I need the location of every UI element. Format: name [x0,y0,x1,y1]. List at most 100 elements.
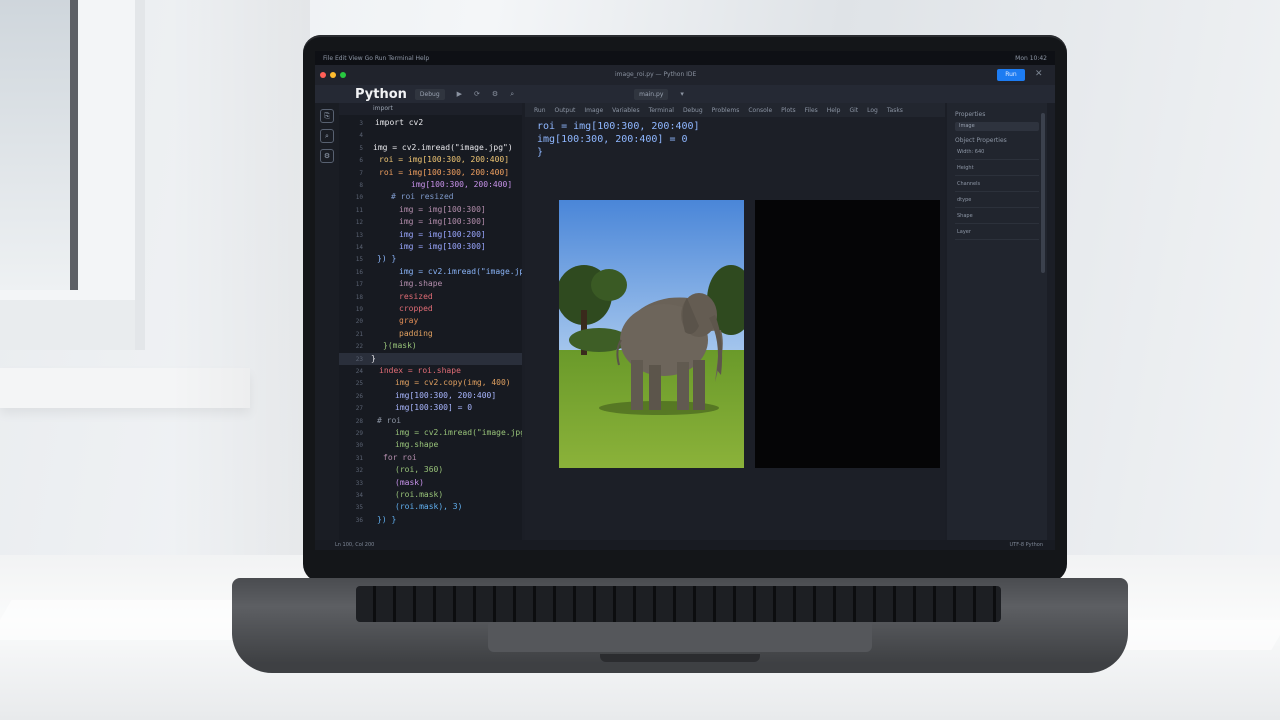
preview-tab[interactable]: Variables [612,107,639,114]
play-icon[interactable]: ▶ [457,90,462,98]
code-line[interactable]: 14 img = img[100:300] [339,241,522,253]
preview-tab[interactable]: Git [849,107,858,114]
wall-shadow [170,0,310,560]
code-line[interactable]: 31 for roi [339,452,522,464]
maximize-window-icon[interactable] [340,72,346,78]
code-line[interactable]: 32 (roi, 360) [339,464,522,476]
preview-tab[interactable]: Terminal [649,107,674,114]
settings-icon[interactable]: ⚙ [320,149,334,163]
code-text: img[100:300] = 0 [395,403,473,413]
property-item[interactable]: dtype [955,194,1039,208]
os-menu[interactable]: File Edit View Go Run Terminal Help [323,55,429,62]
line-number: 30 [355,442,363,450]
window-pane [0,0,78,290]
code-text: index = roi.shape [379,366,461,375]
code-text: }) } [377,254,397,264]
line-number: 13 [355,231,363,239]
preview-tab[interactable]: Help [827,107,841,114]
image-select[interactable]: Image [955,122,1039,131]
code-line[interactable]: 18 resized [339,291,522,303]
line-number: 4 [359,132,363,140]
preview-tab[interactable]: Image [584,107,603,114]
files-icon[interactable]: ⎘ [320,109,334,123]
trackpad [488,622,872,652]
code-line[interactable]: 5 img = cv2.imread("image.jpg") [339,142,522,154]
line-number: 27 [355,405,363,413]
line-number: 18 [355,293,363,301]
line-number: 5 [359,144,363,152]
code-line[interactable]: 11 img = img[100:300] [339,204,522,216]
property-item[interactable]: Width: 640 [955,146,1039,160]
line-number: 8 [359,182,363,189]
code-line[interactable]: 3 import cv2 [339,117,522,129]
code-line[interactable]: 19 cropped [339,303,522,315]
code-line[interactable]: 33 (mask) [339,477,522,489]
run-button[interactable]: Run [997,69,1025,81]
code-line[interactable]: 16 img = cv2.imread("image.jpg") [339,266,522,278]
close-window-icon[interactable] [320,72,326,78]
keyboard [356,586,1001,622]
code-line[interactable]: 20 gray [339,315,522,327]
property-item[interactable]: Height [955,162,1039,176]
code-line[interactable]: 25 img = cv2.copy(img, 400) [339,377,522,389]
code-line[interactable]: 13 img = img[100:200] [339,229,522,241]
line-number: 29 [355,430,363,437]
code-line[interactable]: 8 img[100:300, 200:400] [339,179,522,191]
code-line[interactable]: 27 img[100:300] = 0 [339,402,522,414]
code-line[interactable]: 29 img = cv2.imread("image.jpg") [339,427,522,439]
code-line[interactable]: 28 # roi [339,415,522,427]
preview-tab[interactable]: Console [748,107,772,114]
preview-tabs: Run Output Image Variables Terminal Debug Prob… [525,103,945,117]
refresh-icon[interactable]: ⟳ [474,90,480,98]
preview-tab[interactable]: Log [867,107,878,114]
code-line[interactable]: 30 img.shape [339,439,522,451]
code-text: img = img[100:300] [399,217,486,227]
image-preview-pane: Run Output Image Variables Terminal Debug Prob… [525,103,945,543]
file-tab[interactable]: main.py [634,88,669,100]
line-number: 12 [355,219,363,227]
preview-tab[interactable]: Plots [781,107,795,114]
os-clock: Mon 10:42 [1015,54,1047,62]
preview-tab[interactable]: Output [555,107,576,114]
code-line[interactable]: 17 img.shape [339,278,522,290]
search-icon[interactable]: ⌕ [320,129,334,143]
code-editor[interactable]: import 3 import cv2 4 5 img = cv2.imread("im… [339,103,522,543]
property-item[interactable]: Layer [955,226,1039,240]
preview-tab[interactable]: Run [534,107,546,114]
code-line[interactable]: 15}) } [339,253,522,265]
code-line[interactable]: 24 index = roi.shape [339,365,522,377]
chevron-down-icon[interactable]: ▾ [680,90,684,98]
code-text: img = img[100:300] [399,204,486,214]
code-text: img[100:300, 200:400] [395,390,497,400]
code-text: img.shape [395,440,439,450]
lid-notch [600,654,760,662]
code-line[interactable]: 7 roi = img[100:300, 200:400] [339,167,522,179]
code-line[interactable]: 22}(mask) [339,340,522,352]
code-line[interactable]: 34 (roi.mask) [339,489,522,501]
code-line[interactable]: 10 # roi resized [339,191,522,203]
property-item[interactable]: Channels [955,178,1039,192]
minimize-window-icon[interactable] [330,72,336,78]
preview-tab[interactable]: Files [805,107,818,114]
preview-tab[interactable]: Tasks [887,107,903,114]
debug-button[interactable]: Debug [414,88,445,100]
code-line[interactable]: 6 roi = img[100:300, 200:400] [339,154,522,166]
code-line[interactable]: 21 padding [339,328,522,340]
code-line[interactable]: 35 (roi.mask), 3) [339,501,522,513]
code-line[interactable]: 4 [339,129,522,141]
preview-tab[interactable]: Problems [712,107,740,114]
property-list: Width: 640 Height Channels dtype Shape Layer [947,146,1047,240]
preview-tab[interactable]: Debug [683,107,703,114]
code-text: img = cv2.copy(img, 400) [395,378,511,388]
panel-scrollbar[interactable] [1041,113,1045,273]
search-icon[interactable]: ⌕ [510,90,514,99]
code-line[interactable]: 26 img[100:300, 200:400] [339,390,522,402]
line-number: 6 [359,157,363,165]
editor-tab[interactable]: import [339,103,522,115]
code-line[interactable]: 12 img = img[100:300] [339,216,522,228]
property-item[interactable]: Shape [955,210,1039,224]
close-icon[interactable]: ✕ [1035,69,1043,79]
code-line[interactable]: 23} [339,352,522,365]
gear-icon[interactable]: ⚙ [492,90,498,98]
code-line[interactable]: 36}) } [339,514,522,526]
